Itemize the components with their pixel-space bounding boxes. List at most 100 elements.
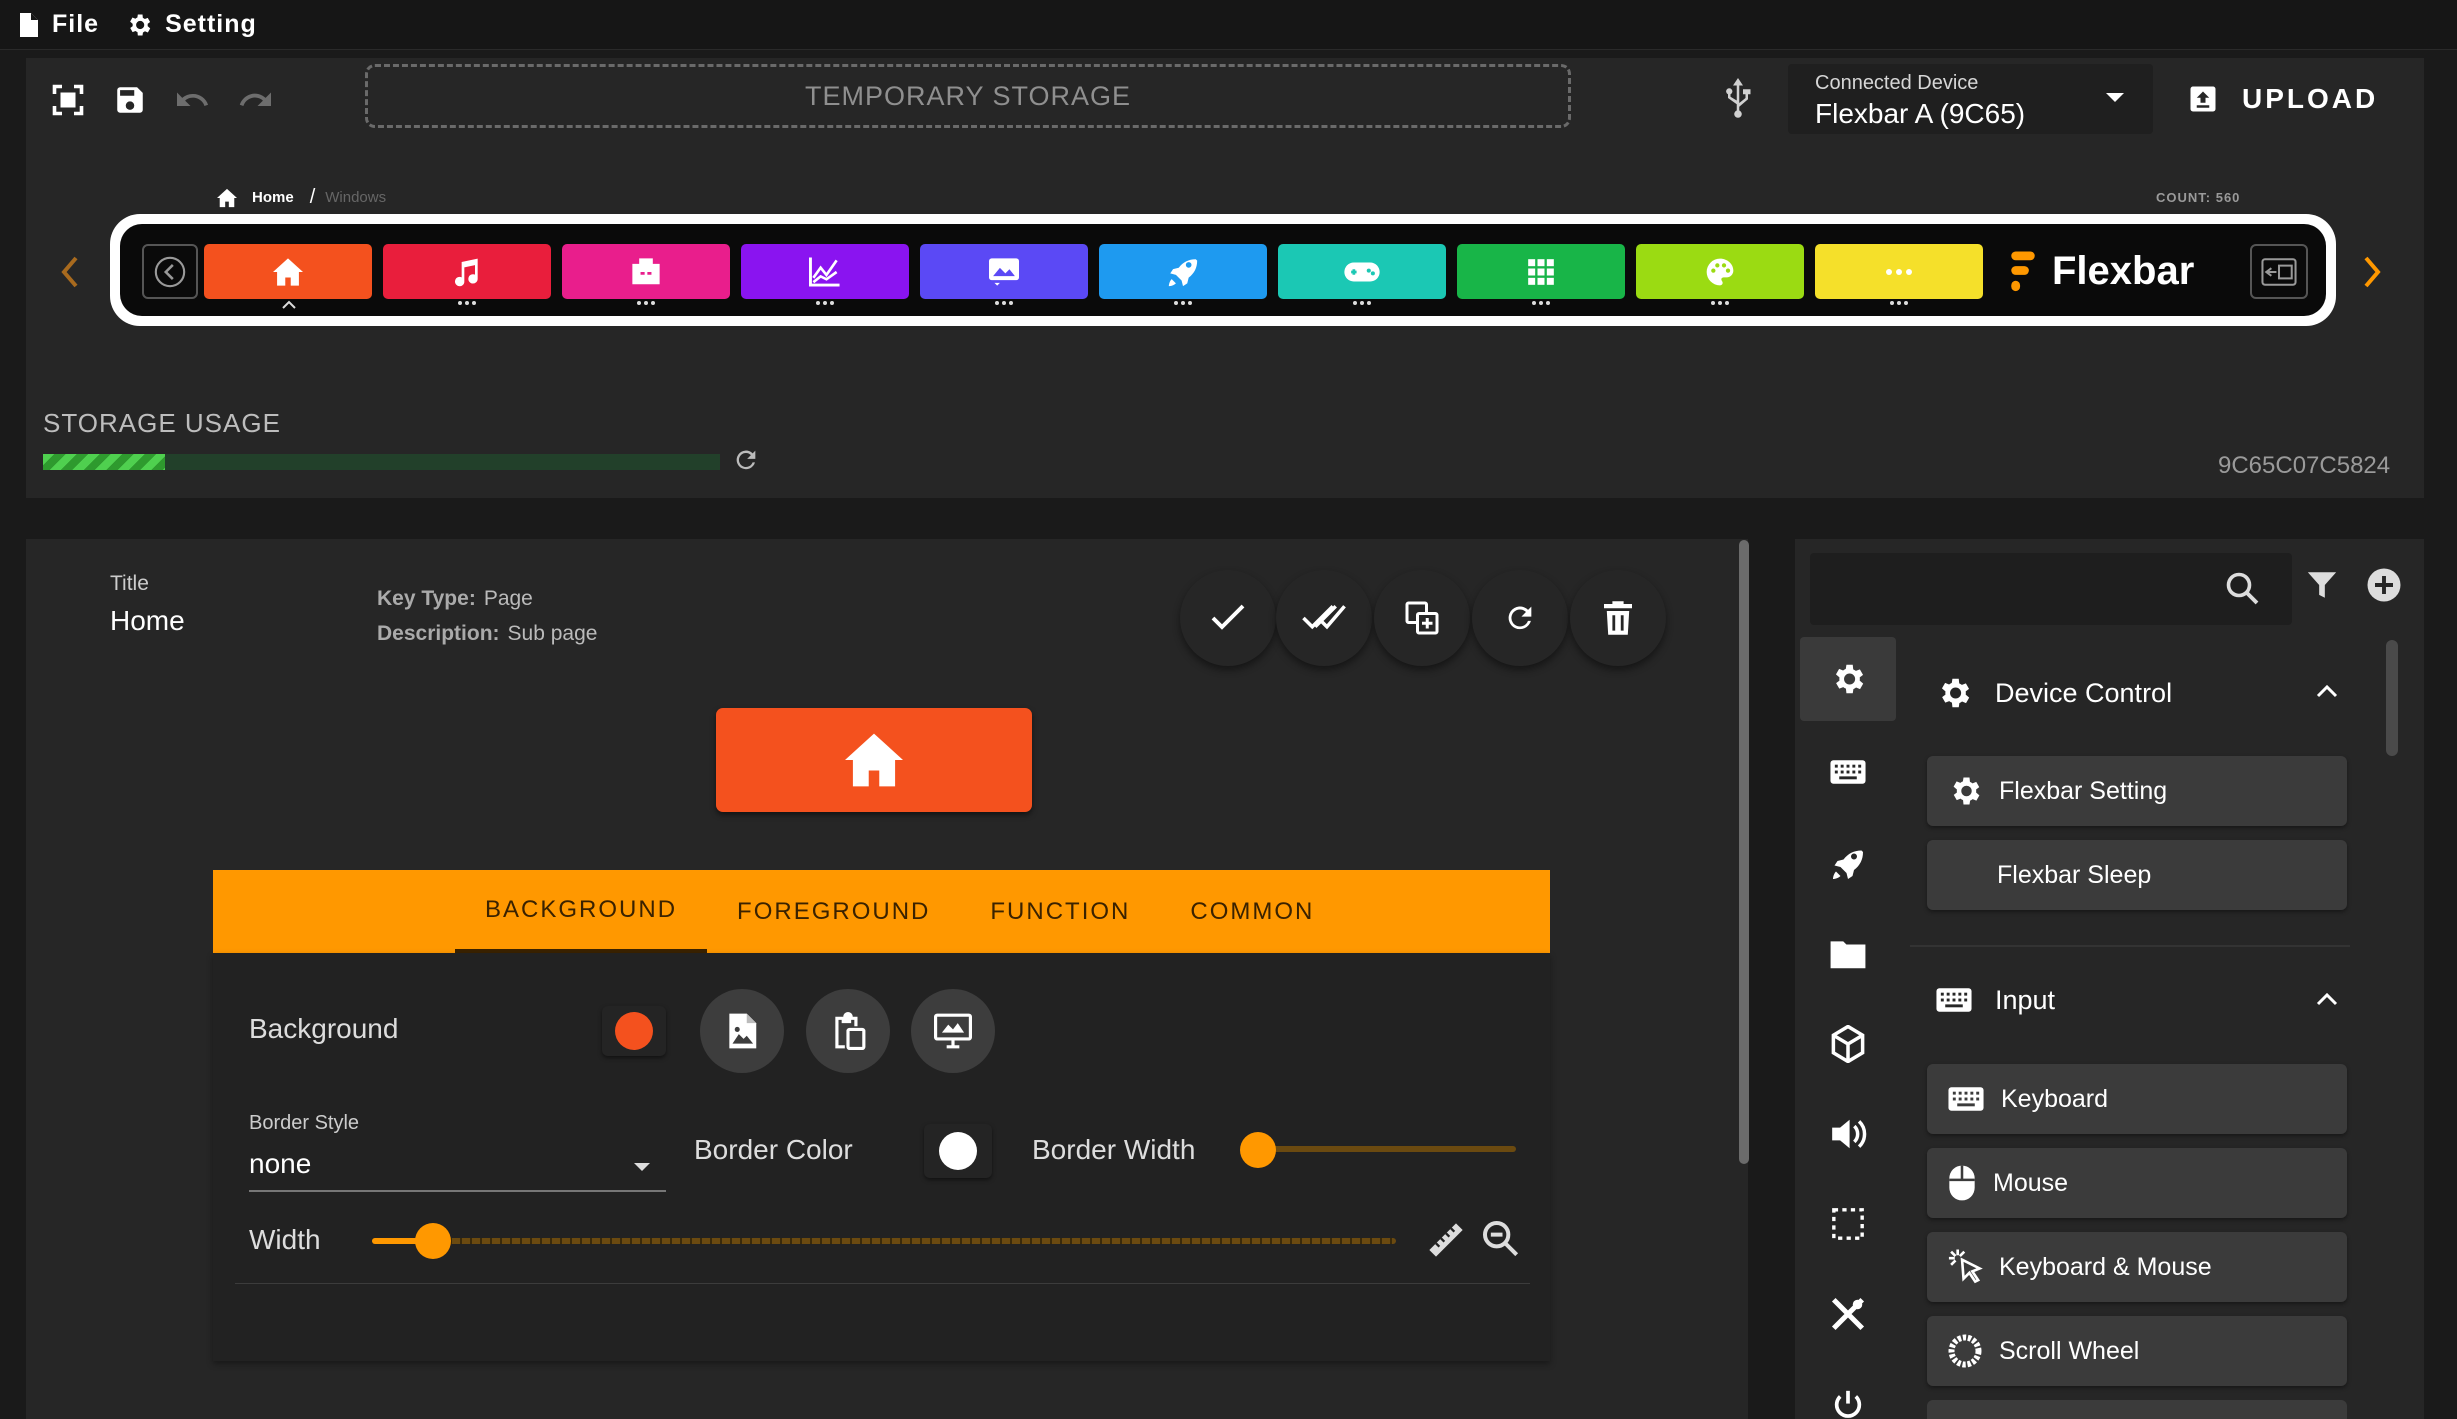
title-label: Title xyxy=(110,572,149,595)
strip-key-music[interactable] xyxy=(383,244,551,299)
action-next-partial[interactable] xyxy=(1927,1400,2347,1419)
tab-function[interactable]: FUNCTION xyxy=(960,870,1160,953)
undo-icon xyxy=(177,92,209,106)
strip-key-home[interactable] xyxy=(204,244,372,299)
section-input[interactable]: Input xyxy=(1935,975,2335,1025)
width-slider[interactable] xyxy=(372,1223,1396,1259)
gear-icon xyxy=(1953,777,1980,805)
filter-button[interactable] xyxy=(2305,568,2339,602)
key-type-value: Page xyxy=(483,587,533,610)
paste-background-button[interactable] xyxy=(806,989,890,1073)
palette-icon xyxy=(1706,258,1734,285)
title-value[interactable]: Home xyxy=(110,605,185,637)
refresh-icon xyxy=(736,450,756,470)
tab-background[interactable]: BACKGROUND xyxy=(455,870,708,953)
category-selection[interactable] xyxy=(1800,1182,1896,1266)
description-label: Description: xyxy=(377,622,500,645)
refresh-storage-button[interactable] xyxy=(732,446,760,474)
temporary-storage-dropzone[interactable]: TEMPORARY STORAGE xyxy=(365,64,1571,128)
chevron-up-icon[interactable] xyxy=(2316,684,2338,698)
delete-button[interactable] xyxy=(1570,570,1666,666)
duplicate-button[interactable] xyxy=(1374,570,1470,666)
tab-common[interactable]: COMMON xyxy=(1160,870,1344,953)
background-color-picker[interactable] xyxy=(602,1006,666,1056)
breadcrumb-current[interactable]: Windows xyxy=(325,189,386,206)
chevron-up-small-icon xyxy=(281,300,297,310)
add-button[interactable] xyxy=(2366,567,2402,603)
upload-button[interactable]: UPLOAD xyxy=(2188,74,2378,124)
action-scroll-wheel[interactable]: Scroll Wheel xyxy=(1927,1316,2347,1386)
key-count: COUNT: 560 xyxy=(2156,190,2241,205)
action-flexbar-sleep[interactable]: Flexbar Sleep xyxy=(1927,840,2347,910)
connected-device-value: Flexbar A (9C65) xyxy=(1815,98,2026,129)
setting-menu[interactable]: Setting xyxy=(125,10,257,39)
category-folder[interactable] xyxy=(1800,912,1896,996)
reset-button[interactable] xyxy=(1472,570,1568,666)
save-button[interactable] xyxy=(108,78,152,122)
music-icon xyxy=(455,258,478,286)
home-icon xyxy=(845,733,903,787)
border-color-picker[interactable] xyxy=(924,1124,992,1178)
strip-key-gamepad[interactable] xyxy=(1278,244,1446,299)
key-preview xyxy=(716,708,1032,812)
action-keyboard-mouse[interactable]: Keyboard & Mouse xyxy=(1927,1232,2347,1302)
category-tools[interactable] xyxy=(1800,1272,1896,1356)
zoom-out-button[interactable] xyxy=(1480,1218,1520,1258)
exit-key[interactable] xyxy=(2250,244,2308,299)
fullscreen-button[interactable] xyxy=(46,78,90,122)
fullscreen-icon xyxy=(52,84,84,116)
storage-usage-fill xyxy=(43,454,165,470)
image-file-icon xyxy=(729,1013,757,1049)
strip-key-rocket[interactable] xyxy=(1099,244,1267,299)
action-label: Keyboard & Mouse xyxy=(1999,1252,2212,1281)
editor-scrollbar[interactable] xyxy=(1739,540,1749,1164)
strip-key-chart[interactable] xyxy=(741,244,909,299)
category-audio[interactable] xyxy=(1800,1092,1896,1176)
strip-prev-button[interactable] xyxy=(58,254,82,290)
strip-key-apps[interactable] xyxy=(1457,244,1625,299)
background-image-button[interactable] xyxy=(700,989,784,1073)
tab-foreground[interactable]: FOREGROUND xyxy=(707,870,960,953)
strip-key-image[interactable] xyxy=(920,244,1088,299)
apply-button[interactable] xyxy=(1180,570,1276,666)
zoom-out-icon xyxy=(1483,1221,1519,1257)
border-width-slider-thumb[interactable] xyxy=(1240,1132,1276,1168)
keyboard-icon xyxy=(1936,988,1972,1012)
file-menu[interactable]: File xyxy=(18,10,99,39)
redo-button[interactable] xyxy=(234,78,278,122)
action-keyboard[interactable]: Keyboard xyxy=(1927,1064,2347,1134)
apps-grid-icon xyxy=(1528,258,1554,285)
strip-key-briefcase[interactable] xyxy=(562,244,730,299)
action-flexbar-setting[interactable]: Flexbar Setting xyxy=(1927,756,2347,826)
folder-icon xyxy=(1830,941,1866,969)
editor-tabs: BACKGROUND FOREGROUND FUNCTION COMMON xyxy=(213,870,1550,953)
strip-key-more[interactable] xyxy=(1815,244,1983,299)
action-search-input[interactable] xyxy=(1810,553,2292,625)
key-type-label: Key Type: xyxy=(377,587,476,610)
screen-background-button[interactable] xyxy=(911,989,995,1073)
back-key[interactable] xyxy=(142,244,198,299)
breadcrumb-home[interactable]: Home xyxy=(252,189,294,206)
ruler-button[interactable] xyxy=(1426,1220,1466,1260)
border-width-label: Border Width xyxy=(1032,1134,1196,1165)
strip-next-button[interactable] xyxy=(2360,254,2384,290)
action-label: Flexbar Sleep xyxy=(1997,860,2152,889)
category-3d[interactable] xyxy=(1800,1002,1896,1086)
border-color-swatch xyxy=(939,1132,977,1170)
category-input[interactable] xyxy=(1800,730,1896,814)
chevron-up-icon[interactable] xyxy=(2316,992,2338,1006)
undo-button[interactable] xyxy=(170,78,214,122)
category-launch[interactable] xyxy=(1800,822,1896,906)
border-width-slider[interactable] xyxy=(1258,1146,1516,1152)
connected-device-select[interactable]: Connected Device Flexbar A (9C65) xyxy=(1788,64,2153,134)
category-device-control[interactable] xyxy=(1800,637,1896,721)
action-mouse[interactable]: Mouse xyxy=(1927,1148,2347,1218)
border-style-select[interactable]: none xyxy=(249,1140,666,1192)
apply-all-button[interactable] xyxy=(1276,570,1372,666)
section-device-control[interactable]: Device Control xyxy=(1935,668,2335,718)
category-power[interactable] xyxy=(1800,1362,1896,1419)
usb-button[interactable] xyxy=(1716,76,1760,120)
library-scrollbar[interactable] xyxy=(2386,640,2398,756)
strip-key-palette[interactable] xyxy=(1636,244,1804,299)
storage-usage-label: STORAGE USAGE xyxy=(43,408,281,438)
